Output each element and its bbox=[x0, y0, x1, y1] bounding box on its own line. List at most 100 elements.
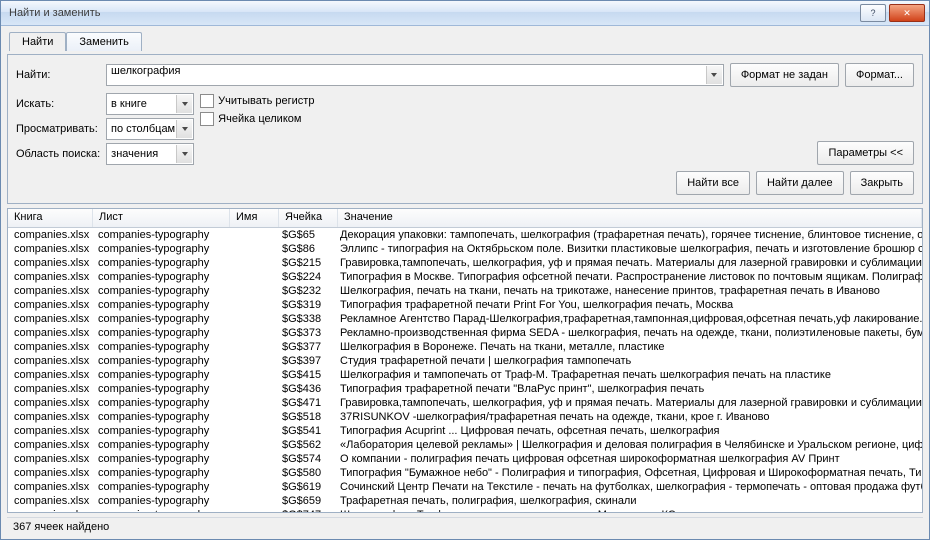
find-all-button[interactable]: Найти все bbox=[676, 171, 750, 195]
cell-sheet: companies-typography bbox=[92, 424, 228, 438]
col-name[interactable]: Имя bbox=[230, 209, 279, 227]
cell-value: Типография Acuprint ... Цифровая печать,… bbox=[334, 424, 922, 438]
results-header: Книга Лист Имя Ячейка Значение bbox=[8, 209, 922, 228]
cell-book: companies.xlsx bbox=[8, 410, 92, 424]
close-button[interactable]: Закрыть bbox=[850, 171, 914, 195]
col-book[interactable]: Книга bbox=[8, 209, 93, 227]
col-value[interactable]: Значение bbox=[338, 209, 922, 227]
result-row[interactable]: companies.xlsxcompanies-typography$G$319… bbox=[8, 298, 922, 312]
find-replace-dialog: Найти и заменить ? ✕ Найти Заменить Найт… bbox=[0, 0, 930, 540]
tab-find[interactable]: Найти bbox=[9, 32, 66, 51]
cell-name bbox=[228, 494, 276, 508]
result-row[interactable]: companies.xlsxcompanies-typography$G$415… bbox=[8, 368, 922, 382]
format-notset-button[interactable]: Формат не задан bbox=[730, 63, 839, 87]
parameters-button[interactable]: Параметры << bbox=[817, 141, 914, 165]
result-row[interactable]: companies.xlsxcompanies-typography$G$232… bbox=[8, 284, 922, 298]
result-row[interactable]: companies.xlsxcompanies-typography$G$377… bbox=[8, 340, 922, 354]
cell-name bbox=[228, 438, 276, 452]
cell-value: Эллипс - типография на Октябрьском поле.… bbox=[334, 242, 922, 256]
result-row[interactable]: companies.xlsxcompanies-typography$G$436… bbox=[8, 382, 922, 396]
cell-name bbox=[228, 396, 276, 410]
cell-sheet: companies-typography bbox=[92, 242, 228, 256]
cell-book: companies.xlsx bbox=[8, 228, 92, 242]
search-panel: Найти: шелкография Формат не задан Форма… bbox=[7, 54, 923, 204]
col-cell[interactable]: Ячейка bbox=[279, 209, 338, 227]
format-button[interactable]: Формат... bbox=[845, 63, 914, 87]
cell-book: companies.xlsx bbox=[8, 466, 92, 480]
result-row[interactable]: companies.xlsxcompanies-typography$G$541… bbox=[8, 424, 922, 438]
result-row[interactable]: companies.xlsxcompanies-typography$G$659… bbox=[8, 494, 922, 508]
result-row[interactable]: companies.xlsxcompanies-typography$G$373… bbox=[8, 326, 922, 340]
area-label: Область поиска: bbox=[16, 148, 100, 160]
whole-cell-checkbox[interactable]: Ячейка целиком bbox=[200, 112, 314, 126]
cell-book: companies.xlsx bbox=[8, 284, 92, 298]
cell-value: О компании - полиграфия печать цифровая … bbox=[334, 452, 922, 466]
cell-book: companies.xlsx bbox=[8, 242, 92, 256]
look-select[interactable]: по столбцам bbox=[106, 118, 194, 140]
cell-sheet: companies-typography bbox=[92, 256, 228, 270]
result-row[interactable]: companies.xlsxcompanies-typography $G$86Э… bbox=[8, 242, 922, 256]
cell-name bbox=[228, 410, 276, 424]
look-label: Просматривать: bbox=[16, 123, 100, 135]
cell-value: 37RISUNKOV -шелкография/трафаретная печа… bbox=[334, 410, 922, 424]
tab-strip: Найти Заменить bbox=[7, 32, 923, 51]
cell-cell: $G$232 bbox=[276, 284, 334, 298]
find-input[interactable]: шелкография bbox=[106, 64, 724, 86]
cell-cell: $G$619 bbox=[276, 480, 334, 494]
cell-name bbox=[228, 480, 276, 494]
close-window-button[interactable]: ✕ bbox=[889, 4, 925, 22]
cell-name bbox=[228, 228, 276, 242]
cell-cell: $G$215 bbox=[276, 256, 334, 270]
find-history-dropdown[interactable] bbox=[706, 66, 722, 84]
chevron-down-icon bbox=[182, 152, 188, 156]
cell-sheet: companies-typography bbox=[92, 340, 228, 354]
window-title: Найти и заменить bbox=[5, 7, 860, 19]
result-row[interactable]: companies.xlsxcompanies-typography$G$619… bbox=[8, 480, 922, 494]
result-row[interactable]: companies.xlsxcompanies-typography$G$574… bbox=[8, 452, 922, 466]
cell-value: Типография трафаретной печати "ВлаРус пр… bbox=[334, 382, 922, 396]
cell-cell: $G$397 bbox=[276, 354, 334, 368]
result-row[interactable]: companies.xlsxcompanies-typography$G$471… bbox=[8, 396, 922, 410]
cell-name bbox=[228, 466, 276, 480]
result-row[interactable]: companies.xlsxcompanies-typography$G$215… bbox=[8, 256, 922, 270]
cell-book: companies.xlsx bbox=[8, 480, 92, 494]
result-row[interactable]: companies.xlsxcompanies-typography$G$224… bbox=[8, 270, 922, 284]
results-body[interactable]: companies.xlsxcompanies-typography$G$65Д… bbox=[8, 228, 922, 512]
result-row[interactable]: companies.xlsxcompanies-typography$G$65Д… bbox=[8, 228, 922, 242]
cell-sheet: companies-typography bbox=[92, 270, 228, 284]
cell-value: «Лаборатория целевой рекламы» | Шелкогра… bbox=[334, 438, 922, 452]
cell-name bbox=[228, 242, 276, 256]
cell-name bbox=[228, 340, 276, 354]
result-row[interactable]: companies.xlsxcompanies-typography$G$338… bbox=[8, 312, 922, 326]
cell-book: companies.xlsx bbox=[8, 508, 92, 512]
cell-cell: $G$86 bbox=[276, 242, 334, 256]
status-text: 367 ячеек найдено bbox=[13, 521, 109, 533]
cell-value: Гравировка,тампопечать, шелкография, уф … bbox=[334, 256, 922, 270]
cell-sheet: companies-typography bbox=[92, 312, 228, 326]
help-button[interactable]: ? bbox=[860, 4, 886, 22]
status-bar: 367 ячеек найдено bbox=[7, 517, 923, 536]
cell-book: companies.xlsx bbox=[8, 326, 92, 340]
search-in-select[interactable]: в книге bbox=[106, 93, 194, 115]
result-row[interactable]: companies.xlsxcompanies-typography$G$747… bbox=[8, 508, 922, 512]
cell-sheet: companies-typography bbox=[92, 326, 228, 340]
cell-value: Шелкография и тампопечать от Траф-М. Тра… bbox=[334, 368, 922, 382]
result-row[interactable]: companies.xlsxcompanies-typography$G$580… bbox=[8, 466, 922, 480]
cell-name bbox=[228, 424, 276, 438]
area-select[interactable]: значения bbox=[106, 143, 194, 165]
result-row[interactable]: companies.xlsxcompanies-typography$G$562… bbox=[8, 438, 922, 452]
cell-cell: $G$659 bbox=[276, 494, 334, 508]
cell-value: Шелкография, печать на ткани, печать на … bbox=[334, 284, 922, 298]
cell-book: companies.xlsx bbox=[8, 354, 92, 368]
find-next-button[interactable]: Найти далее bbox=[756, 171, 844, 195]
cell-value: Типография "Бумажное небо" - Полиграфия … bbox=[334, 466, 922, 480]
cell-name bbox=[228, 368, 276, 382]
tab-replace[interactable]: Заменить bbox=[66, 32, 141, 51]
col-sheet[interactable]: Лист bbox=[93, 209, 230, 227]
result-row[interactable]: companies.xlsxcompanies-typography$G$397… bbox=[8, 354, 922, 368]
cell-cell: $G$518 bbox=[276, 410, 334, 424]
cell-name bbox=[228, 452, 276, 466]
result-row[interactable]: companies.xlsxcompanies-typography$G$518… bbox=[8, 410, 922, 424]
match-case-checkbox[interactable]: Учитывать регистр bbox=[200, 94, 314, 108]
cell-book: companies.xlsx bbox=[8, 424, 92, 438]
